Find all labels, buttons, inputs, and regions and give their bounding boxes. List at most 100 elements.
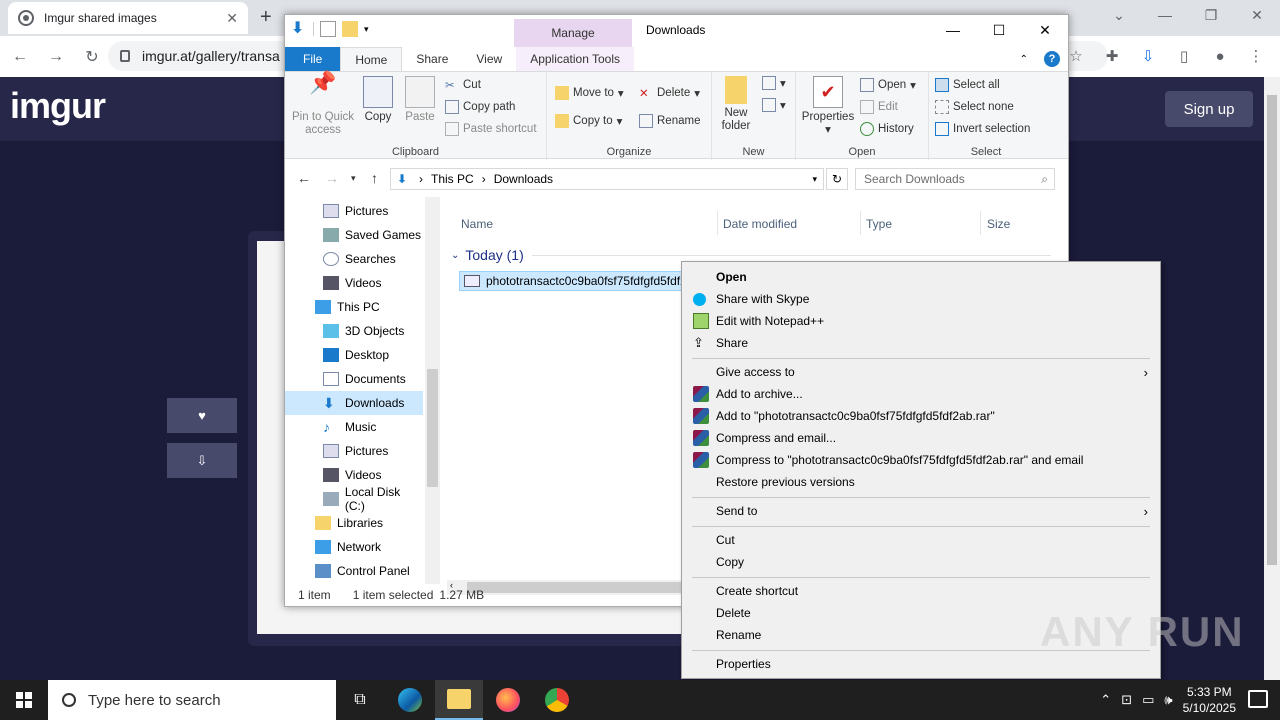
tab-close-icon[interactable]: ✕: [226, 10, 238, 27]
menu-item-copy[interactable]: Copy: [682, 551, 1160, 573]
firefox-button[interactable]: [484, 680, 532, 720]
pin-quick-access-button[interactable]: 📌 Pin to Quick access: [289, 72, 357, 137]
column-size[interactable]: Size: [987, 217, 1010, 231]
tab-search-icon[interactable]: ⌄: [1096, 0, 1142, 30]
nav-item-control-panel[interactable]: Control Panel: [285, 559, 423, 583]
extensions-icon[interactable]: ✚: [1096, 40, 1128, 72]
nav-item-3d-objects[interactable]: 3D Objects: [285, 319, 423, 343]
easy-access-button[interactable]: ▾: [762, 98, 786, 112]
column-name[interactable]: Name: [461, 217, 493, 231]
open-button[interactable]: Open ▾: [860, 78, 916, 92]
task-view-button[interactable]: ⧉: [336, 680, 384, 720]
refresh-icon[interactable]: ↻: [826, 168, 848, 190]
menu-item-properties[interactable]: Properties: [682, 653, 1160, 675]
nav-item-videos-2[interactable]: Videos: [285, 463, 423, 487]
explorer-search-input[interactable]: Search Downloads ⌕: [855, 168, 1055, 190]
new-item-button[interactable]: ▾: [762, 76, 786, 90]
copy-path-button[interactable]: Copy path: [445, 100, 515, 114]
menu-item-open[interactable]: Open: [682, 266, 1160, 288]
tab-application-tools[interactable]: Application Tools: [516, 47, 635, 71]
menu-item-create-shortcut[interactable]: Create shortcut: [682, 580, 1160, 602]
tab-file[interactable]: File: [285, 47, 341, 71]
nav-item-this-pc[interactable]: This PC: [285, 295, 423, 319]
nav-item-documents[interactable]: Documents: [285, 367, 423, 391]
menu-item-compress-rar-email[interactable]: Compress to "phototransactc0c9ba0fsf75fd…: [682, 449, 1160, 471]
menu-item-restore-versions[interactable]: Restore previous versions: [682, 471, 1160, 493]
menu-item-edit-notepad[interactable]: Edit with Notepad++: [682, 310, 1160, 332]
collapse-ribbon-icon[interactable]: ⌃: [1012, 47, 1036, 71]
minimize-button[interactable]: —: [1142, 0, 1188, 30]
properties-icon[interactable]: [320, 21, 336, 37]
manage-contextual-tab[interactable]: Manage: [514, 19, 632, 47]
back-icon[interactable]: ←: [4, 41, 36, 73]
address-dropdown-icon[interactable]: ▾: [812, 174, 817, 185]
move-to-button[interactable]: Move to ▾: [555, 86, 624, 100]
nav-pane-scrollbar[interactable]: [425, 197, 440, 584]
explorer-close-button[interactable]: ✕: [1022, 15, 1068, 45]
maximize-button[interactable]: ❐: [1188, 0, 1234, 30]
close-button[interactable]: ✕: [1234, 0, 1280, 30]
sidebar-icon[interactable]: ▯: [1168, 40, 1200, 72]
invert-selection-button[interactable]: Invert selection: [935, 122, 1030, 136]
menu-item-add-archive[interactable]: Add to archive...: [682, 383, 1160, 405]
clock[interactable]: 5:33 PM 5/10/2025: [1183, 684, 1236, 716]
browser-tab[interactable]: Imgur shared images ✕: [8, 2, 248, 34]
explorer-back-icon[interactable]: ←: [297, 170, 311, 186]
explorer-forward-icon[interactable]: →: [325, 170, 339, 186]
wifi-tray-icon[interactable]: ▭: [1142, 692, 1154, 708]
up-icon[interactable]: ↑: [371, 170, 378, 186]
forward-icon[interactable]: →: [40, 41, 72, 73]
paste-button[interactable]: Paste: [401, 76, 439, 124]
breadcrumb-this-pc[interactable]: This PC: [431, 172, 474, 186]
delete-button[interactable]: ✕ Delete ▾: [639, 86, 700, 100]
nav-item-searches[interactable]: Searches: [285, 247, 423, 271]
tray-expand-icon[interactable]: ⌃: [1100, 692, 1111, 708]
volume-icon[interactable]: 🕪: [1164, 692, 1172, 708]
nav-item-videos[interactable]: Videos: [285, 271, 423, 295]
like-button[interactable]: ♥: [167, 398, 237, 433]
explorer-maximize-button[interactable]: ☐: [976, 15, 1022, 45]
nav-item-desktop[interactable]: Desktop: [285, 343, 423, 367]
select-none-button[interactable]: Select none: [935, 100, 1014, 114]
copy-button[interactable]: Copy: [361, 76, 395, 124]
tab-share[interactable]: Share: [402, 47, 462, 71]
column-date-modified[interactable]: Date modified: [723, 217, 797, 231]
explorer-minimize-button[interactable]: —: [930, 15, 976, 45]
chrome-button[interactable]: [533, 680, 581, 720]
rename-button[interactable]: Rename: [639, 114, 700, 128]
edit-button[interactable]: Edit: [860, 100, 898, 114]
page-scrollbar[interactable]: [1264, 77, 1280, 680]
downloads-icon[interactable]: ⇩: [1132, 40, 1164, 72]
menu-item-share[interactable]: ⇪ Share: [682, 332, 1160, 354]
profile-icon[interactable]: ●: [1204, 40, 1236, 72]
sign-up-button[interactable]: Sign up: [1165, 91, 1253, 127]
start-button[interactable]: [0, 680, 48, 720]
properties-button[interactable]: ✔ Properties ▾: [800, 76, 856, 137]
page-scrollbar-thumb[interactable]: [1267, 95, 1277, 565]
tab-view[interactable]: View: [462, 47, 516, 71]
edge-button[interactable]: [386, 680, 434, 720]
reload-icon[interactable]: ↻: [76, 41, 108, 73]
nav-item-libraries[interactable]: Libraries: [285, 511, 423, 535]
nav-item-downloads[interactable]: ⬇ Downloads: [285, 391, 423, 415]
menu-item-give-access[interactable]: Give access to ›: [682, 361, 1160, 383]
paste-shortcut-button[interactable]: Paste shortcut: [445, 122, 537, 136]
menu-item-send-to[interactable]: Send to ›: [682, 500, 1160, 522]
help-icon[interactable]: ?: [1044, 51, 1060, 67]
network-tray-icon[interactable]: ⊡: [1121, 692, 1132, 708]
explorer-address-bar[interactable]: ⬇ › This PC › Downloads ▾: [390, 168, 824, 190]
menu-item-share-skype[interactable]: Share with Skype: [682, 288, 1160, 310]
column-type[interactable]: Type: [866, 217, 892, 231]
new-folder-button[interactable]: New folder: [716, 76, 756, 133]
taskbar-search-box[interactable]: Type here to search: [48, 680, 336, 720]
notification-icon[interactable]: [1248, 690, 1268, 708]
nav-item-music[interactable]: ♪ Music: [285, 415, 423, 439]
customize-dropdown-icon[interactable]: ▾: [364, 24, 369, 35]
imgur-logo[interactable]: imgur: [10, 85, 106, 127]
cut-button[interactable]: ✂ Cut: [445, 78, 481, 92]
nav-item-pictures-2[interactable]: Pictures: [285, 439, 423, 463]
select-all-button[interactable]: Select all: [935, 78, 1000, 92]
menu-icon[interactable]: ⋮: [1240, 40, 1272, 72]
file-explorer-button[interactable]: [435, 680, 483, 720]
download-button[interactable]: ⇩: [167, 443, 237, 478]
